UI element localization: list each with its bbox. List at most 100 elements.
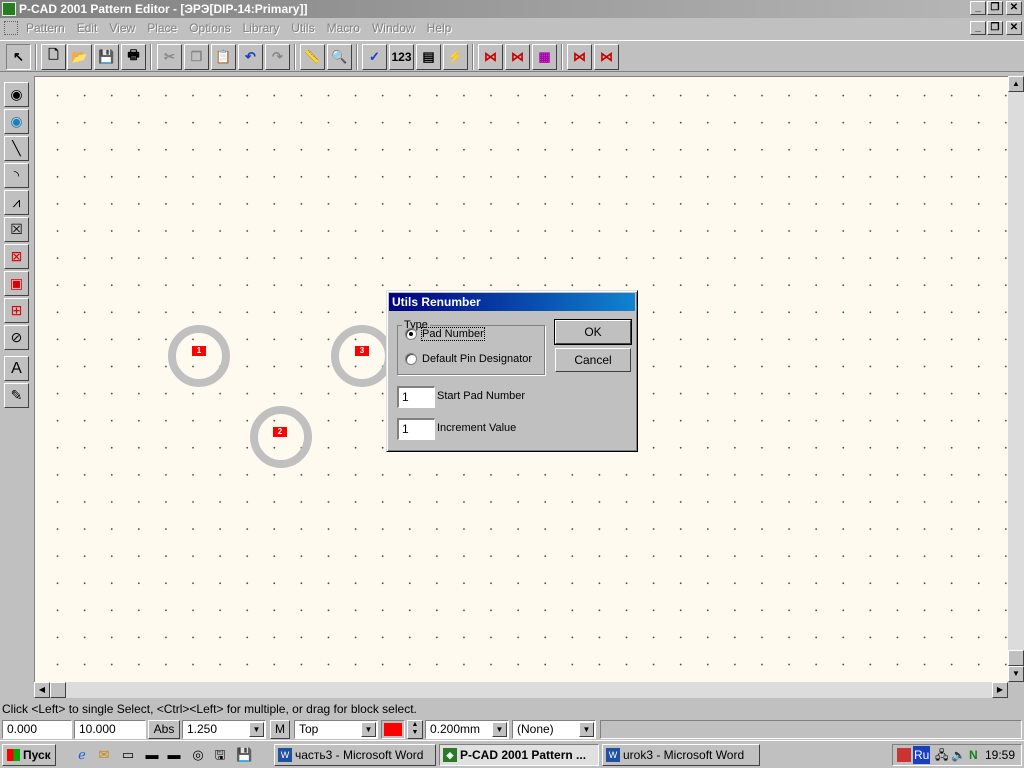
pad-3[interactable] [331, 325, 393, 387]
scroll-up-button[interactable]: ▲ [1008, 76, 1024, 92]
place-cutout-button[interactable]: ▣ [4, 271, 29, 296]
place-via-button[interactable]: ◉ [4, 109, 29, 134]
properties-button[interactable]: ▤ [416, 44, 441, 70]
radio-default-pin-designator[interactable]: Default Pin Designator [405, 353, 532, 365]
net-select[interactable]: (None) ▼ [512, 720, 596, 739]
place-text-button[interactable]: A [4, 356, 29, 381]
volume-icon[interactable]: 🔈 [951, 745, 966, 765]
vertical-scroll-thumb[interactable] [1008, 650, 1024, 666]
open-button[interactable]: 📂 [67, 44, 92, 70]
pad-1[interactable] [168, 325, 230, 387]
menu-macro[interactable]: Macro [321, 18, 366, 38]
internet-explorer-icon[interactable]: ℯ [74, 747, 90, 763]
desktop-icon[interactable]: ▭ [120, 747, 136, 763]
paste-button[interactable]: 📋 [211, 44, 236, 70]
increment-value-input[interactable]: 1 [397, 418, 435, 440]
quicklaunch-tool-4-icon[interactable]: 🖫 [212, 747, 228, 763]
tray-n-icon[interactable]: N [969, 745, 978, 765]
print-button[interactable]: 🖶 [121, 44, 146, 70]
place-rectangle-button[interactable]: ☒ [4, 217, 29, 242]
task-chast3-word[interactable]: W часть3 - Microsoft Word [274, 744, 436, 766]
horizontal-scroll-thumb[interactable] [50, 682, 66, 698]
place-pad-button[interactable]: ◉ [4, 82, 29, 107]
menu-pattern[interactable]: Pattern [24, 18, 71, 38]
cancel-button[interactable]: Cancel [555, 348, 631, 372]
doc-minimize-button[interactable]: _ [970, 21, 986, 35]
quicklaunch-tool-3-icon[interactable]: ◎ [190, 747, 206, 763]
scroll-right-button[interactable]: ▶ [992, 682, 1008, 698]
tray-app-icon[interactable] [897, 748, 911, 762]
minimize-button[interactable]: _ [970, 1, 986, 15]
line-width-dropdown-arrow[interactable]: ▼ [492, 722, 507, 737]
doc-restore-button[interactable]: ❐ [987, 21, 1003, 35]
pattern-tool-5-button[interactable]: ⋈ [594, 44, 619, 70]
line-width-select[interactable]: 0.200mm ▼ [425, 720, 509, 739]
menu-edit[interactable]: Edit [71, 18, 104, 38]
layer-select[interactable]: Top ▼ [294, 720, 378, 739]
place-copper-pour-button[interactable]: ⊠ [4, 244, 29, 269]
select-tool-button[interactable]: ↖ [6, 44, 31, 70]
menu-view[interactable]: View [103, 18, 141, 38]
scroll-left-button[interactable]: ◀ [34, 682, 50, 698]
layer-dropdown-arrow[interactable]: ▼ [361, 722, 376, 737]
place-keepout-button[interactable]: ⊘ [4, 325, 29, 350]
grid-select[interactable]: 1.250 ▼ [182, 720, 266, 739]
scroll-down-button[interactable]: ▼ [1008, 666, 1024, 682]
maximize-button[interactable]: ❐ [987, 1, 1003, 15]
measure-button[interactable]: 📏 [300, 44, 325, 70]
grid-dropdown-arrow[interactable]: ▼ [249, 722, 264, 737]
document-icon[interactable] [4, 21, 18, 35]
renumber-button[interactable]: 123 [389, 44, 414, 70]
vertical-scrollbar[interactable]: ▲ ▼ [1008, 76, 1024, 682]
language-indicator[interactable]: Ru [913, 746, 931, 764]
horizontal-scrollbar[interactable]: ◀ ▶ [34, 682, 1008, 698]
start-pad-number-input[interactable]: 1 [397, 386, 435, 408]
copy-button[interactable]: ❐ [184, 44, 209, 70]
check-button[interactable]: ✓ [362, 44, 387, 70]
pattern-tool-2-button[interactable]: ⋈ [505, 44, 530, 70]
menu-library[interactable]: Library [237, 18, 286, 38]
place-attribute-button[interactable]: ✎ [4, 383, 29, 408]
save-button[interactable]: 💾 [94, 44, 119, 70]
menu-options[interactable]: Options [183, 18, 236, 38]
radio-pad-number-dot[interactable] [405, 328, 417, 340]
redo-button[interactable]: ↷ [265, 44, 290, 70]
menu-place[interactable]: Place [141, 18, 183, 38]
new-button[interactable]: 🗋 [41, 44, 66, 70]
pcad-app-icon[interactable] [2, 2, 16, 16]
zoom-button[interactable]: 🔍 [327, 44, 352, 70]
outlook-express-icon[interactable]: ✉ [96, 747, 112, 763]
tray-network-icon[interactable]: 🖧 [935, 745, 948, 765]
pad-2[interactable] [250, 406, 312, 468]
radio-pad-number[interactable]: Pad Number [405, 327, 485, 341]
quicklaunch-tool-1-icon[interactable]: ▬ [144, 747, 160, 763]
close-button[interactable]: ✕ [1006, 1, 1022, 15]
ok-button[interactable]: OK [554, 319, 632, 345]
task-urok3-word[interactable]: W urok3 - Microsoft Word [602, 744, 760, 766]
place-line-button[interactable]: ╲ [4, 136, 29, 161]
cut-button[interactable]: ✂ [157, 44, 182, 70]
y-coordinate-field[interactable]: 10.000 [74, 720, 146, 739]
quicklaunch-tool-2-icon[interactable]: ▬ [166, 747, 182, 763]
doc-close-button[interactable]: ✕ [1006, 21, 1022, 35]
pattern-tool-3-button[interactable]: ▦ [532, 44, 557, 70]
menu-window[interactable]: Window [366, 18, 421, 38]
net-dropdown-arrow[interactable]: ▼ [579, 722, 594, 737]
quicklaunch-tool-5-icon[interactable]: 💾 [236, 747, 252, 763]
pattern-tool-4-button[interactable]: ⋈ [567, 44, 592, 70]
undo-button[interactable]: ↶ [238, 44, 263, 70]
lightning-button[interactable]: ⚡ [443, 44, 468, 70]
pattern-tool-1-button[interactable]: ⋈ [478, 44, 503, 70]
menu-help[interactable]: Help [421, 18, 458, 38]
place-arc-button[interactable]: ◝ [4, 163, 29, 188]
layer-color-swatch[interactable] [381, 720, 405, 739]
abs-toggle-button[interactable]: Abs [148, 720, 180, 739]
layer-spinner[interactable]: ▲ ▼ [407, 720, 423, 739]
radio-default-pin-dot[interactable] [405, 353, 417, 365]
menu-utils[interactable]: Utils [285, 18, 320, 38]
place-polygon-button[interactable]: ⩘ [4, 190, 29, 215]
place-plane-button[interactable]: ⊞ [4, 298, 29, 323]
x-coordinate-field[interactable]: 0.000 [2, 720, 72, 739]
m-toggle-button[interactable]: M [270, 720, 290, 739]
task-pcad-pattern[interactable]: ◈ P-CAD 2001 Pattern ... [439, 744, 599, 766]
